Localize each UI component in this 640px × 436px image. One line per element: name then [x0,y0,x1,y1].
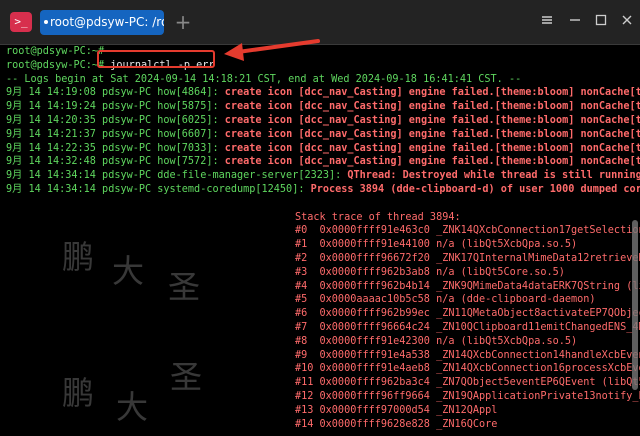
stack-trace-line: #2 0x0000ffff96672f20 _ZNK17QInternalMim… [295,253,640,264]
terminal-line: #0 0x0000ffff91e463c0 _ZNK14QXcbConnecti… [295,224,640,239]
terminal-line: 9月 14 14:34:14 pdsyw-PC dde-file-manager… [6,169,640,184]
terminal-line: 9月 14 14:22:35 pdsyw-PC how[7033]: creat… [6,142,640,157]
terminal-line: #7 0x0000ffff96664c24 _ZN10QClipboard11e… [295,321,640,336]
watermark-char: 大 [116,388,149,426]
command-highlight-box [97,50,215,68]
terminal-line: #9 0x0000ffff91e4a538 _ZN14QXcbConnectio… [295,349,640,364]
watermark-char: 圣 [168,268,201,306]
stack-trace-line: #0 0x0000ffff91e463c0 _ZNK14QXcbConnecti… [295,225,640,237]
terminal-line: 9月 14 14:32:48 pdsyw-PC how[7572]: creat… [6,155,640,170]
terminal-line: #12 0x0000ffff96ff9664 _ZN19QApplication… [295,390,640,405]
terminal-line: -- Logs begin at Sat 2024-09-14 14:18:21… [6,73,521,88]
terminal-line: #6 0x0000ffff962b99ec _ZN11QMetaObject8a… [295,307,640,322]
log-message: create icon [dcc_nav_Casting] engine fai… [224,115,640,126]
shell-prompt: root@pdsyw-PC:~# [6,46,111,57]
terminal-line: Stack trace of thread 3894: [295,211,461,226]
log-message: create icon [dcc_nav_Casting] engine fai… [224,87,640,99]
watermark-char: 鹏 [62,238,95,276]
stack-trace-line: Stack trace of thread 3894: [295,211,461,223]
terminal-line: #8 0x0000ffff91e42300 n/a (libQt5XcbQpa.… [295,335,577,350]
watermark-char: 鹏 [62,374,95,412]
log-prefix: 9月 14 14:20:35 pdsyw-PC how[6025]: [6,115,225,126]
active-tab-indicator [44,20,48,24]
terminal-line: #1 0x0000ffff91e44100 n/a (libQt5XcbQpa.… [295,238,577,253]
log-message: create icon [dcc_nav_Casting] engine fai… [224,101,640,113]
log-prefix: 9月 14 14:22:35 pdsyw-PC how[7033]: [6,142,225,154]
stack-trace-line: #10 0x0000ffff91e4aeb8 _ZN14QXcbConnecti… [295,363,640,375]
stack-trace-line: #11 0x0000ffff962ba3c4 _ZN7QObject5event… [295,377,640,389]
stack-trace-line: #13 0x0000ffff97000d54 _ZN12QAppl [295,404,498,416]
terminal-line: #11 0x0000ffff962ba3c4 _ZN7QObject5event… [295,376,640,391]
terminal-line: 9月 14 14:20:35 pdsyw-PC how[6025]: creat… [6,114,640,129]
add-tab-icon[interactable]: + [172,12,194,32]
stack-trace-line: #7 0x0000ffff96664c24 _ZN10QClipboard11e… [295,322,640,333]
stack-trace-line: #12 0x0000ffff96ff9664 _ZN19QApplication… [295,391,640,402]
stack-trace-line: #5 0x0000aaaac10b5c58 n/a (dde-clipboard… [295,294,596,306]
log-prefix: 9月 14 14:32:48 pdsyw-PC how[7572]: [6,156,225,168]
terminal-line: 9月 14 14:19:08 pdsyw-PC how[4864]: creat… [6,86,640,101]
minimize-icon[interactable] [566,12,584,30]
stack-trace-line: #4 0x0000ffff962b4b14 _ZNK9QMimeData4dat… [295,280,640,292]
stack-trace-line: #14 0x0000ffff9628e828 _ZN16QCore [295,418,498,430]
red-arrow-annotation [224,39,320,61]
terminal-output[interactable]: root@pdsyw-PC:~# root@pdsyw-PC:~# journa… [0,45,640,436]
log-prefix: 9月 14 14:34:14 pdsyw-PC systemd-coredump… [6,184,311,195]
terminal-line: #3 0x0000ffff962b3ab8 n/a (libQt5Core.so… [295,266,565,281]
stack-trace-line: #9 0x0000ffff91e4a538 _ZN14QXcbConnectio… [295,349,640,361]
terminal-line: #14 0x0000ffff9628e828 _ZN16QCore [295,418,497,433]
title-bar: >_ root@pdsyw-PC: /root + [0,0,640,45]
log-message: create icon [dcc_nav_Casting] engine fai… [224,156,640,168]
log-prefix: 9月 14 14:34:14 pdsyw-PC dde-file-manager… [6,170,348,182]
terminal-line: #2 0x0000ffff96672f20 _ZNK17QInternalMim… [295,252,640,267]
close-icon[interactable] [618,12,636,30]
log-message: create icon [dcc_nav_Casting] engine fai… [224,128,640,140]
terminal-line: #5 0x0000aaaac10b5c58 n/a (dde-clipboard… [295,293,596,308]
stack-trace-line: #3 0x0000ffff962b3ab8 n/a (libQt5Core.so… [295,266,565,278]
log-message: create icon [dcc_nav_Casting] engine fai… [224,142,640,154]
stack-trace-line: #6 0x0000ffff962b99ec _ZN11QMetaObject8a… [295,308,640,320]
log-message: Process 3894 (dde-clipboard-d) of user 1… [310,184,640,195]
terminal-line: #13 0x0000ffff97000d54 _ZN12QAppl [295,404,497,419]
maximize-icon[interactable] [592,12,610,30]
log-message: QThread: Destroyed while thread is still… [347,170,640,182]
tab-root-terminal[interactable]: root@pdsyw-PC: /root [40,10,164,35]
watermark-char: 圣 [170,358,203,396]
terminal-line: 9月 14 14:19:24 pdsyw-PC how[5875]: creat… [6,100,640,115]
stack-trace-line: #8 0x0000ffff91e42300 n/a (libQt5XcbQpa.… [295,335,578,347]
scrollbar[interactable] [632,220,638,390]
shell-prompt: root@pdsyw-PC:~# [6,59,111,71]
terminal-line: #4 0x0000ffff962b4b14 _ZNK9QMimeData4dat… [295,280,640,295]
stack-trace-line: #1 0x0000ffff91e44100 n/a (libQt5XcbQpa.… [295,239,578,251]
terminal-line: #10 0x0000ffff91e4aeb8 _ZN14QXcbConnecti… [295,362,640,377]
tab-label: root@pdsyw-PC: /root [50,15,164,29]
menu-icon[interactable] [538,12,556,30]
terminal-line: 9月 14 14:21:37 pdsyw-PC how[6607]: creat… [6,128,640,143]
log-prefix: 9月 14 14:19:08 pdsyw-PC how[4864]: [6,87,225,99]
log-prefix: 9月 14 14:21:37 pdsyw-PC how[6607]: [6,128,225,140]
terminal-line: 9月 14 14:34:14 pdsyw-PC systemd-coredump… [6,183,640,198]
log-header: -- Logs begin at Sat 2024-09-14 14:18:21… [6,73,522,85]
log-prefix: 9月 14 14:19:24 pdsyw-PC how[5875]: [6,101,225,113]
watermark-char: 大 [112,252,145,290]
terminal-line: root@pdsyw-PC:~# [6,45,110,60]
terminal-app-icon[interactable]: >_ [10,12,32,32]
